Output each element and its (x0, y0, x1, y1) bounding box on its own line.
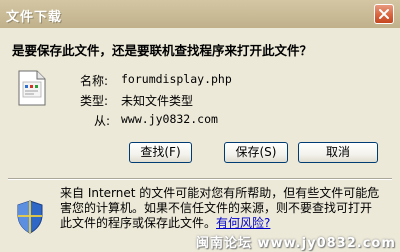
file-from-value: www.jy0832.com (121, 112, 218, 126)
close-icon (379, 9, 389, 19)
window-title: 文件下载 (6, 10, 63, 25)
file-icon (18, 70, 46, 106)
risk-link[interactable]: 有何风险? (216, 216, 270, 230)
save-button[interactable]: 保存(S) (224, 142, 288, 163)
security-warning: 来自 Internet 的文件可能对您有所帮助，但有些文件可能危害您的计算机。如… (60, 186, 380, 231)
file-name-label: 名称: (80, 74, 109, 88)
find-button[interactable]: 查找(F) (129, 142, 192, 163)
file-type-label: 类型: (80, 94, 109, 108)
close-button[interactable] (374, 4, 394, 24)
dialog-question: 是要保存此文件，还是要联机查找程序来打开此文件？ (12, 43, 313, 58)
watermark: 闽南论坛 www.jy0832.com (196, 236, 396, 251)
separator-highlight (8, 179, 392, 180)
file-from-label: 从: (94, 114, 111, 128)
cancel-button[interactable]: 取消 (298, 142, 378, 163)
file-name-value: forumdisplay.php (121, 72, 232, 86)
title-bar: 文件下载 (0, 0, 400, 28)
shield-icon (17, 200, 43, 234)
file-type-value: 未知文件类型 (121, 94, 194, 108)
